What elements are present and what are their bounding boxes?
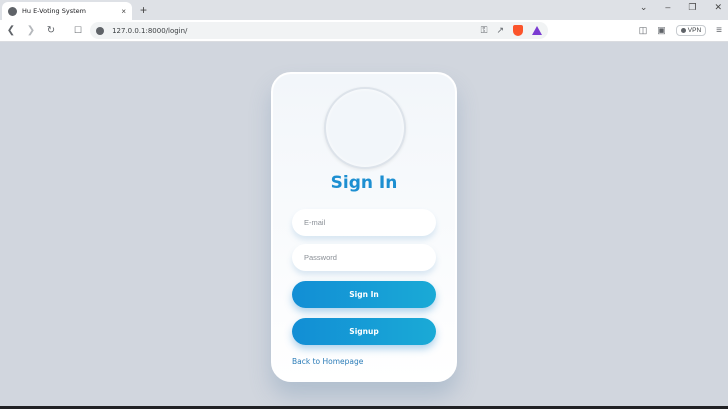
minimize-button[interactable]: – xyxy=(665,2,670,13)
browser-tab[interactable]: Hu E-Voting System × xyxy=(2,2,132,20)
tab-title: Hu E-Voting System xyxy=(22,7,86,15)
close-tab-icon[interactable]: × xyxy=(121,7,126,16)
avatar xyxy=(324,87,406,169)
address-bar[interactable]: 127.0.0.1:8000/login/ ⚿ ↗ xyxy=(90,22,549,39)
page-title: Sign In xyxy=(330,173,398,193)
new-tab-button[interactable]: + xyxy=(140,3,147,17)
email-field[interactable] xyxy=(292,209,436,236)
back-to-homepage-link[interactable]: Back to Homepage xyxy=(292,357,363,366)
omnibox-icons: ⚿ ↗ xyxy=(481,25,543,36)
tab-search-icon[interactable]: ⌄ xyxy=(640,2,648,13)
login-card: Sign In Sign In Signup Back to Homepage xyxy=(271,72,457,382)
sidebar-icon[interactable]: ◫ xyxy=(639,25,648,36)
restore-button[interactable]: ❐ xyxy=(688,2,696,13)
toolbar-right: ◫ ▣ VPN ≡ xyxy=(639,25,722,36)
brave-rewards-icon[interactable] xyxy=(532,26,543,35)
url-text[interactable]: 127.0.0.1:8000/login/ xyxy=(112,27,481,35)
page-content: Sign In Sign In Signup Back to Homepage xyxy=(0,42,728,406)
back-icon[interactable]: ❮ xyxy=(2,25,20,36)
wallet-icon[interactable]: ▣ xyxy=(657,25,666,36)
signup-button[interactable]: Signup xyxy=(292,318,436,345)
password-field[interactable] xyxy=(292,244,436,271)
close-window-button[interactable]: ✕ xyxy=(714,2,722,13)
menu-icon[interactable]: ≡ xyxy=(716,25,722,36)
window-controls: ⌄ – ❐ ✕ xyxy=(640,2,722,13)
globe-icon xyxy=(8,6,17,16)
vpn-status-icon xyxy=(680,28,686,33)
bookmark-icon[interactable]: ☐ xyxy=(74,25,82,36)
brave-shield-icon[interactable] xyxy=(513,25,524,36)
vpn-label: VPN xyxy=(687,27,702,34)
tab-bar: Hu E-Voting System × + ⌄ – ❐ ✕ xyxy=(0,0,728,20)
vpn-button[interactable]: VPN xyxy=(675,25,707,36)
sign-in-button[interactable]: Sign In xyxy=(292,281,436,308)
browser-toolbar: ❮ ❯ ↻ ☐ 127.0.0.1:8000/login/ ⚿ ↗ ◫ ▣ VP… xyxy=(0,20,728,42)
share-icon[interactable]: ↗ xyxy=(497,25,505,36)
site-info-icon[interactable] xyxy=(96,26,105,35)
reload-icon[interactable]: ↻ xyxy=(42,25,60,36)
key-icon[interactable]: ⚿ xyxy=(481,25,488,36)
forward-icon[interactable]: ❯ xyxy=(22,25,40,36)
